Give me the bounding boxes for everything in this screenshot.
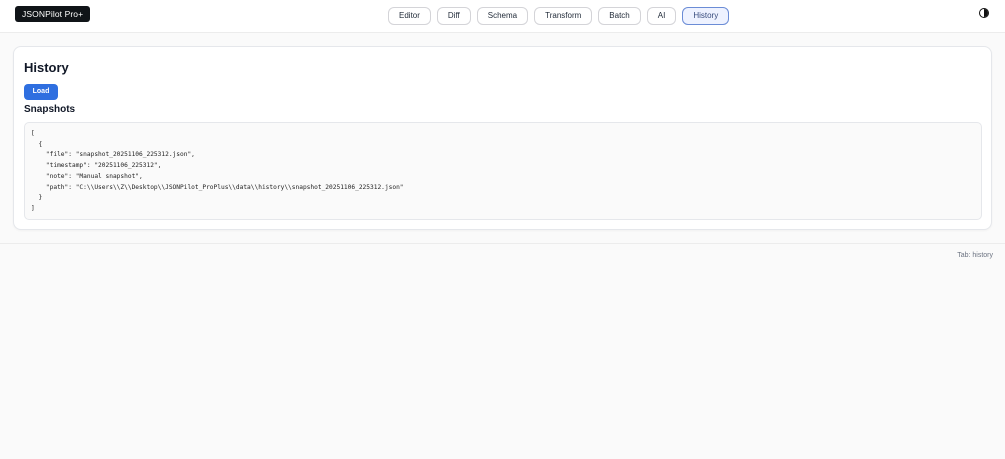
- contrast-icon-fill: [984, 9, 988, 17]
- top-navigation-bar: JSONPilot Pro+ Editor Diff Schema Transf…: [0, 0, 1005, 33]
- load-button[interactable]: Load: [24, 84, 58, 100]
- snapshots-json-output: [ { "file": "snapshot_20251106_225312.js…: [24, 122, 982, 220]
- contrast-icon[interactable]: [979, 8, 989, 18]
- page-title: History: [24, 60, 69, 75]
- tab-batch[interactable]: Batch: [598, 7, 641, 25]
- status-text: Tab: history: [957, 252, 993, 259]
- tab-history[interactable]: History: [682, 7, 730, 25]
- history-panel: History Load Snapshots [ { "file": "snap…: [13, 46, 992, 230]
- tab-schema[interactable]: Schema: [476, 7, 529, 25]
- tab-editor[interactable]: Editor: [388, 7, 431, 25]
- tab-ai[interactable]: AI: [646, 7, 677, 25]
- main-tabs: Editor Diff Schema Transform Batch AI Hi…: [388, 7, 730, 25]
- footer-divider: [0, 243, 1005, 244]
- snapshots-heading: Snapshots: [24, 104, 76, 115]
- tab-transform[interactable]: Transform: [534, 7, 593, 25]
- app-brand-logo: JSONPilot Pro+: [15, 6, 91, 22]
- tab-diff[interactable]: Diff: [436, 7, 471, 25]
